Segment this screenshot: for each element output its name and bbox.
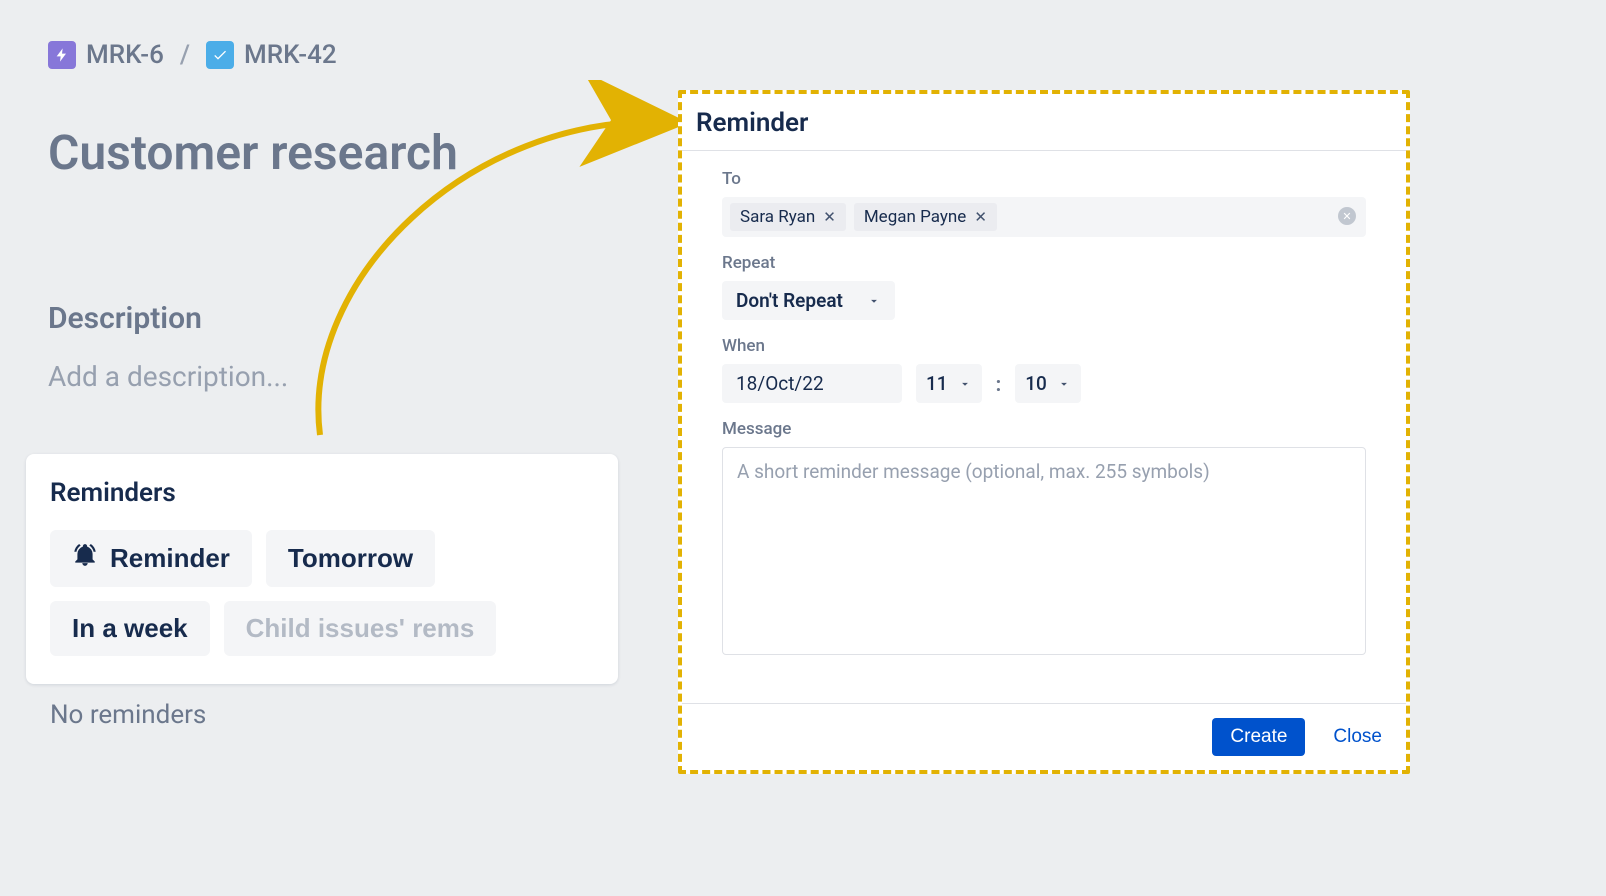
remove-recipient-icon[interactable]: ✕ bbox=[823, 208, 836, 226]
chevron-down-icon bbox=[1057, 377, 1071, 391]
message-label: Message bbox=[722, 419, 1366, 439]
clear-recipients-icon[interactable] bbox=[1338, 207, 1356, 225]
chevron-down-icon bbox=[867, 294, 881, 308]
epic-icon bbox=[48, 41, 76, 69]
dialog-footer: Create Close bbox=[682, 703, 1406, 770]
time-separator: : bbox=[996, 372, 1002, 396]
hour-value: 11 bbox=[926, 372, 948, 395]
breadcrumb-item-parent-key: MRK-6 bbox=[86, 40, 164, 70]
tomorrow-button[interactable]: Tomorrow bbox=[266, 530, 435, 587]
close-button[interactable]: Close bbox=[1327, 725, 1388, 749]
recipient-chip: Megan Payne ✕ bbox=[854, 203, 997, 231]
hour-select[interactable]: 11 bbox=[916, 364, 982, 403]
to-field[interactable]: Sara Ryan ✕ Megan Payne ✕ bbox=[722, 197, 1366, 237]
breadcrumb-separator: / bbox=[180, 40, 190, 70]
reminder-button-label: Reminder bbox=[110, 543, 230, 574]
child-issues-rems-button[interactable]: Child issues' rems bbox=[224, 601, 497, 656]
bell-icon bbox=[72, 542, 98, 575]
breadcrumb-item-current-key: MRK-42 bbox=[244, 40, 337, 70]
chevron-down-icon bbox=[958, 377, 972, 391]
date-input[interactable]: 18/Oct/22 bbox=[722, 364, 902, 403]
reminders-card: Reminders Reminder Tomorrow In a week Ch… bbox=[26, 454, 618, 684]
description-heading: Description bbox=[48, 301, 648, 336]
minute-value: 10 bbox=[1025, 372, 1047, 395]
no-reminders-text: No reminders bbox=[50, 700, 206, 730]
tomorrow-button-label: Tomorrow bbox=[288, 543, 413, 574]
description-placeholder[interactable]: Add a description... bbox=[48, 360, 648, 393]
minute-select[interactable]: 10 bbox=[1015, 364, 1081, 403]
recipient-name: Sara Ryan bbox=[740, 207, 815, 227]
reminders-title: Reminders bbox=[50, 478, 594, 508]
reminder-dialog: Reminder To Sara Ryan ✕ Megan Payne ✕ Re… bbox=[678, 90, 1410, 774]
dialog-title: Reminder bbox=[682, 94, 1406, 151]
when-label: When bbox=[722, 336, 1366, 356]
message-textarea[interactable] bbox=[722, 447, 1366, 655]
task-icon bbox=[206, 41, 234, 69]
recipient-chip: Sara Ryan ✕ bbox=[730, 203, 846, 231]
breadcrumb-item-parent[interactable]: MRK-6 bbox=[48, 40, 164, 70]
remove-recipient-icon[interactable]: ✕ bbox=[974, 208, 987, 226]
issue-title[interactable]: Customer research bbox=[48, 124, 648, 181]
reminder-button[interactable]: Reminder bbox=[50, 530, 252, 587]
in-a-week-button[interactable]: In a week bbox=[50, 601, 210, 656]
to-label: To bbox=[722, 169, 1366, 189]
child-issues-rems-label: Child issues' rems bbox=[246, 613, 475, 644]
repeat-selected-value: Don't Repeat bbox=[736, 289, 843, 312]
recipient-name: Megan Payne bbox=[864, 207, 966, 227]
repeat-label: Repeat bbox=[722, 253, 1366, 273]
breadcrumb: MRK-6 / MRK-42 bbox=[48, 40, 648, 70]
create-button[interactable]: Create bbox=[1212, 718, 1305, 756]
repeat-select[interactable]: Don't Repeat bbox=[722, 281, 895, 320]
in-a-week-button-label: In a week bbox=[72, 613, 188, 644]
breadcrumb-item-current[interactable]: MRK-42 bbox=[206, 40, 337, 70]
